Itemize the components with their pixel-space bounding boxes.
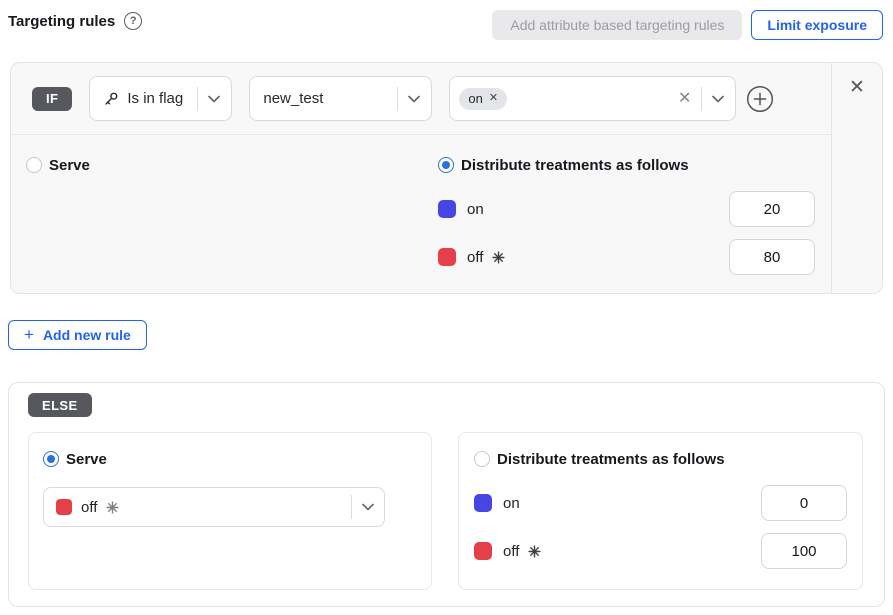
percent-input[interactable] (729, 191, 815, 227)
percent-input[interactable] (761, 533, 847, 569)
header: Targeting rules Add attribute based targ… (0, 0, 893, 40)
treatment-label: off (467, 249, 483, 266)
if-badge: IF (32, 87, 72, 111)
add-new-rule-label: Add new rule (43, 327, 131, 343)
default-treatment-icon (492, 251, 505, 264)
distribute-radio[interactable] (438, 157, 454, 173)
chevron-down-icon[interactable] (408, 95, 420, 103)
serve-radio[interactable] (26, 157, 42, 173)
limit-exposure-button[interactable]: Limit exposure (751, 10, 883, 40)
treatment-label: off (503, 543, 519, 560)
treatment-off-swatch (56, 499, 72, 515)
add-condition-icon[interactable] (746, 85, 774, 113)
divider (351, 495, 352, 519)
divider (397, 87, 398, 111)
flag-select-value: new_test (263, 90, 323, 107)
chevron-down-icon[interactable] (362, 503, 374, 511)
treatment-row: on (438, 191, 831, 227)
treatment-row: off (438, 239, 831, 275)
else-distribute-radio[interactable] (474, 451, 490, 467)
add-new-rule-button[interactable]: + Add new rule (8, 320, 147, 350)
distribute-label: Distribute treatments as follows (461, 157, 689, 174)
default-treatment-icon (106, 501, 119, 514)
percent-input[interactable] (761, 485, 847, 521)
remove-rule-icon[interactable]: ✕ (849, 78, 865, 98)
rule-side-column: ✕ (831, 63, 882, 293)
percent-input[interactable] (729, 239, 815, 275)
divider (701, 87, 702, 111)
else-serve-radio[interactable] (43, 451, 59, 467)
treatment-on-swatch (438, 200, 456, 218)
treatment-label: on (467, 201, 484, 218)
else-badge: ELSE (28, 393, 92, 417)
else-serve-card: Serve off (28, 432, 432, 590)
treatment-row: on (474, 485, 847, 521)
serve-label: Serve (49, 157, 90, 174)
matcher-select[interactable]: Is in flag (89, 76, 232, 121)
else-distribute-card: Distribute treatments as follows on off (458, 432, 863, 590)
treatment-tag-label: on (468, 91, 482, 106)
clear-selection-icon[interactable]: ✕ (678, 91, 691, 107)
else-treatment-select[interactable]: off (43, 487, 385, 527)
else-serve-label: Serve (66, 451, 107, 468)
rule-serve-area: Serve Distribute treatments as follows o… (11, 135, 831, 293)
chevron-down-icon[interactable] (208, 95, 220, 103)
help-icon[interactable] (124, 12, 142, 30)
treatment-label: off (81, 499, 97, 516)
treatment-off-swatch (474, 542, 492, 560)
treatment-on-swatch (474, 494, 492, 512)
key-icon (103, 91, 119, 107)
divider (197, 87, 198, 111)
treatment-off-swatch (438, 248, 456, 266)
targeting-rule-card: IF Is in flag new_test (10, 62, 883, 294)
matcher-label: Is in flag (127, 90, 183, 107)
else-distribute-label: Distribute treatments as follows (497, 451, 725, 468)
treatment-label: on (503, 495, 520, 512)
default-treatment-icon (528, 545, 541, 558)
tag-remove-icon[interactable]: ✕ (489, 93, 498, 104)
treatment-row: off (474, 533, 847, 569)
add-attribute-rules-button[interactable]: Add attribute based targeting rules (492, 10, 742, 40)
page-title: Targeting rules (8, 13, 115, 30)
treatment-multiselect[interactable]: on ✕ ✕ (449, 76, 736, 121)
chevron-down-icon[interactable] (712, 95, 724, 103)
rule-condition-row: IF Is in flag new_test (11, 63, 831, 135)
flag-select[interactable]: new_test (249, 76, 432, 121)
treatment-tag: on ✕ (459, 88, 507, 110)
plus-icon: + (24, 326, 34, 343)
else-card: ELSE Serve off (8, 382, 885, 607)
